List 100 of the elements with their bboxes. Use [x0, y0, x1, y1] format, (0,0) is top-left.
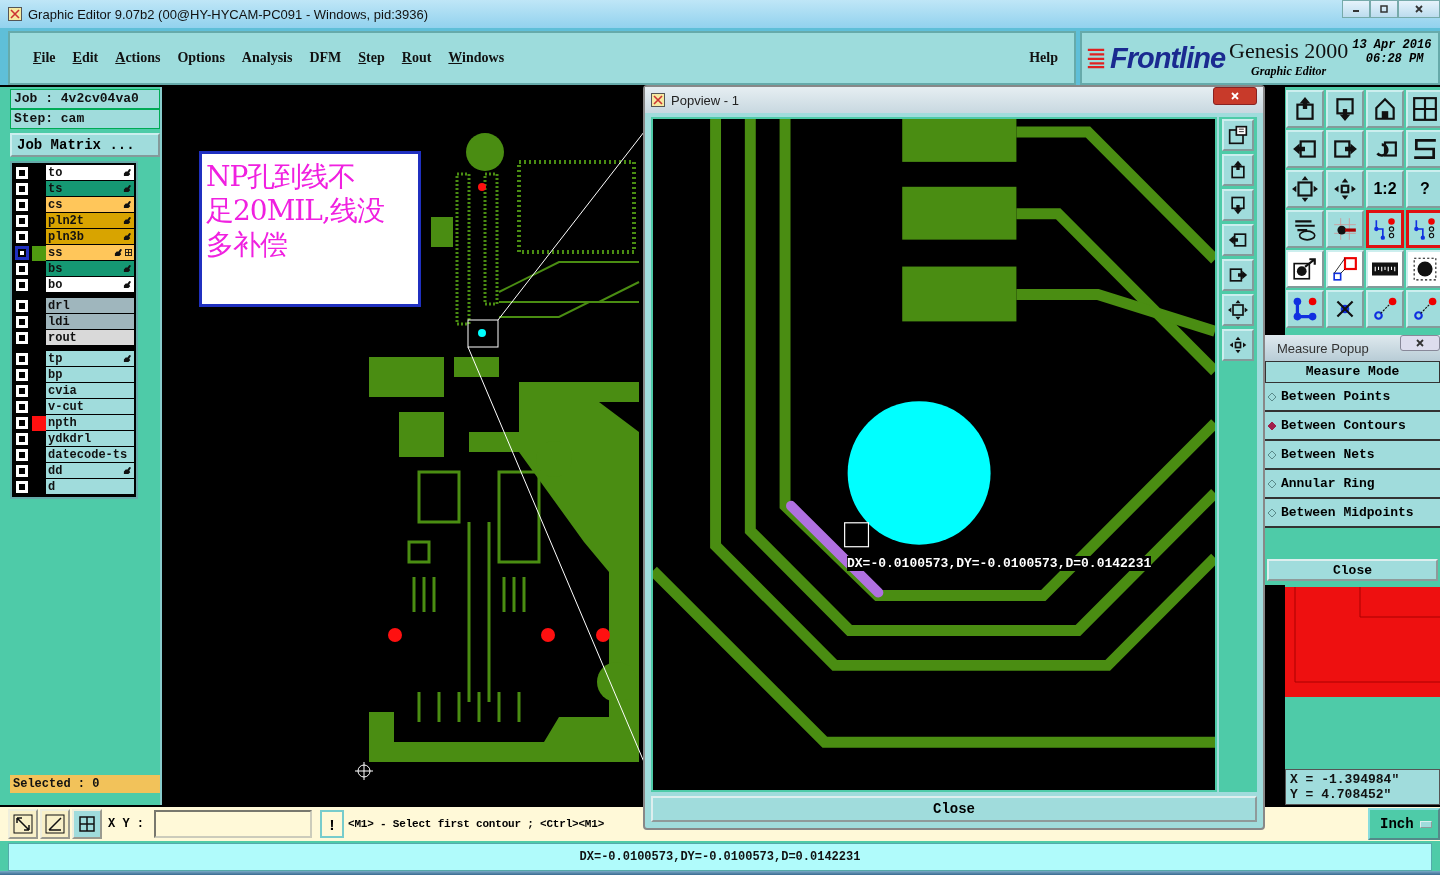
app-icon	[651, 93, 665, 107]
dot-arrow-icon	[1292, 256, 1318, 282]
xy-label: X Y :	[108, 817, 144, 831]
layer-item[interactable]: datecode-ts	[46, 447, 134, 463]
point-icon	[1372, 296, 1398, 322]
measure-mode-option[interactable]: Annular Ring	[1265, 470, 1440, 499]
layer-item[interactable]: cvia	[46, 383, 134, 399]
execute-button[interactable]: !	[320, 810, 344, 838]
house-icon	[1372, 96, 1398, 122]
net-icon	[1372, 216, 1398, 242]
menu-item[interactable]: Analysis	[241, 50, 293, 66]
diagonal-arrow-icon	[13, 814, 33, 834]
layer-name: ts	[48, 181, 64, 196]
view-button[interactable]	[1222, 154, 1254, 186]
layer-item[interactable]: v-cut	[46, 399, 134, 415]
window-title: Measure Popup	[1277, 340, 1369, 356]
xy-input-field[interactable]	[154, 810, 312, 838]
layer-item[interactable]: npth	[46, 415, 134, 431]
layer-item[interactable]: ss	[46, 245, 134, 261]
layer-item[interactable]: pln2t	[46, 213, 134, 229]
close-button[interactable]: Close	[651, 796, 1257, 822]
layer-item[interactable]: ts	[46, 181, 134, 197]
logo: Frontline	[1110, 41, 1226, 75]
menu-item[interactable]: File	[33, 50, 56, 66]
view-button[interactable]	[1222, 189, 1254, 221]
layer-item[interactable]: rout	[46, 330, 134, 346]
close-button[interactable]: Close	[1267, 559, 1438, 581]
radio-diamond[interactable]	[1267, 391, 1277, 402]
right-arrow-icon	[1228, 265, 1248, 285]
layer-name: pln3b	[48, 229, 85, 244]
maximize-button[interactable]	[1370, 0, 1398, 18]
layer-item[interactable]: ydkdrl	[46, 431, 134, 447]
layer-name: cs	[48, 197, 64, 212]
note-text: 足20MIL,线没	[206, 194, 385, 228]
tool-button[interactable]: 1:2	[1366, 170, 1404, 208]
option-label: Between Contours	[1281, 418, 1406, 433]
radio-diamond[interactable]	[1267, 507, 1277, 518]
layer-item[interactable]: dd	[46, 463, 134, 479]
units-dropdown[interactable]: Inch	[1368, 808, 1440, 840]
point-icon	[1412, 296, 1438, 322]
close-button[interactable]	[1213, 87, 1257, 105]
job-matrix-button[interactable]: Job Matrix ...	[10, 133, 160, 157]
view-button[interactable]	[1222, 329, 1254, 361]
measure-mode-option[interactable]: Between Contours	[1265, 412, 1440, 441]
close-button[interactable]	[1398, 0, 1440, 18]
menu-item[interactable]: DFM	[309, 50, 342, 66]
prompt-text: <M1> - Select first contour ; <Ctrl><M1>	[348, 818, 605, 830]
app-icon	[8, 7, 22, 21]
menu-item[interactable]: Windows	[448, 50, 505, 66]
layer-name: dd	[48, 463, 64, 478]
layer-item[interactable]: bs	[46, 261, 134, 277]
measure-mode-option[interactable]: Between Midpoints	[1265, 499, 1440, 528]
view-button[interactable]	[1222, 259, 1254, 291]
tool-button[interactable]: ?	[1406, 170, 1440, 208]
menu-item[interactable]: Step	[358, 50, 385, 66]
maximize-icon	[1379, 4, 1389, 14]
view-button[interactable]	[1222, 224, 1254, 256]
option-label: Between Points	[1281, 389, 1391, 404]
layer-item[interactable]: drl	[46, 298, 134, 314]
job-field: Job : 4v2cv04va0	[10, 89, 160, 109]
layer-item[interactable]: to	[46, 165, 134, 181]
note-text: NP孔到线不	[206, 160, 357, 194]
zoom-icon	[1228, 125, 1248, 145]
view-button[interactable]	[1222, 119, 1254, 151]
layer-item[interactable]: bp	[46, 367, 134, 383]
layer-item[interactable]: bo	[46, 277, 134, 293]
coordinate-text: Y = 4.708452"	[1290, 787, 1393, 802]
layer-item[interactable]: d	[46, 479, 134, 495]
crosshair-icon	[354, 761, 374, 781]
layer-name: pln2t	[48, 213, 85, 228]
menu-item[interactable]: Rout	[401, 50, 432, 66]
menu-item[interactable]: Options	[177, 50, 225, 66]
angle-icon	[45, 814, 65, 834]
layer-item[interactable]: cs	[46, 197, 134, 213]
radio-diamond[interactable]	[1267, 478, 1277, 489]
close-icon	[1415, 338, 1425, 348]
option-label: Annular Ring	[1281, 476, 1375, 491]
time-text: 06:28 PM	[1365, 52, 1424, 66]
layer-item[interactable]: ldi	[46, 314, 134, 330]
measure-mode-option[interactable]: Between Points	[1265, 383, 1440, 412]
status-text: DX=-0.0100573,DY=-0.0100573,D=0.0142231	[579, 850, 861, 864]
grid-icon	[77, 814, 97, 834]
zigzag-icon	[1412, 136, 1438, 162]
coordinate-text: X = -1.394984"	[1290, 772, 1401, 787]
layer-checkbox[interactable]	[16, 247, 28, 259]
radio-diamond[interactable]	[1267, 420, 1277, 431]
help-menu[interactable]: Help	[1029, 50, 1058, 66]
window-title: Graphic Editor 9.07b2 (00@HY-HYCAM-PC091 - Windows, pid:3936)	[28, 6, 428, 22]
up-arrow-icon	[1228, 160, 1248, 180]
radio-diamond[interactable]	[1267, 449, 1277, 460]
layer-item[interactable]: pln3b	[46, 229, 134, 245]
close-button[interactable]	[1400, 335, 1440, 351]
close-icon	[1230, 91, 1240, 101]
menu-item[interactable]: Actions	[115, 50, 161, 66]
menu-item[interactable]: Edit	[72, 50, 99, 66]
measure-mode-option[interactable]: Between Nets	[1265, 441, 1440, 470]
layer-item[interactable]: tp	[46, 351, 134, 367]
minimize-button[interactable]	[1342, 0, 1370, 18]
view-button[interactable]	[1222, 294, 1254, 326]
fit-icon	[1228, 300, 1248, 320]
